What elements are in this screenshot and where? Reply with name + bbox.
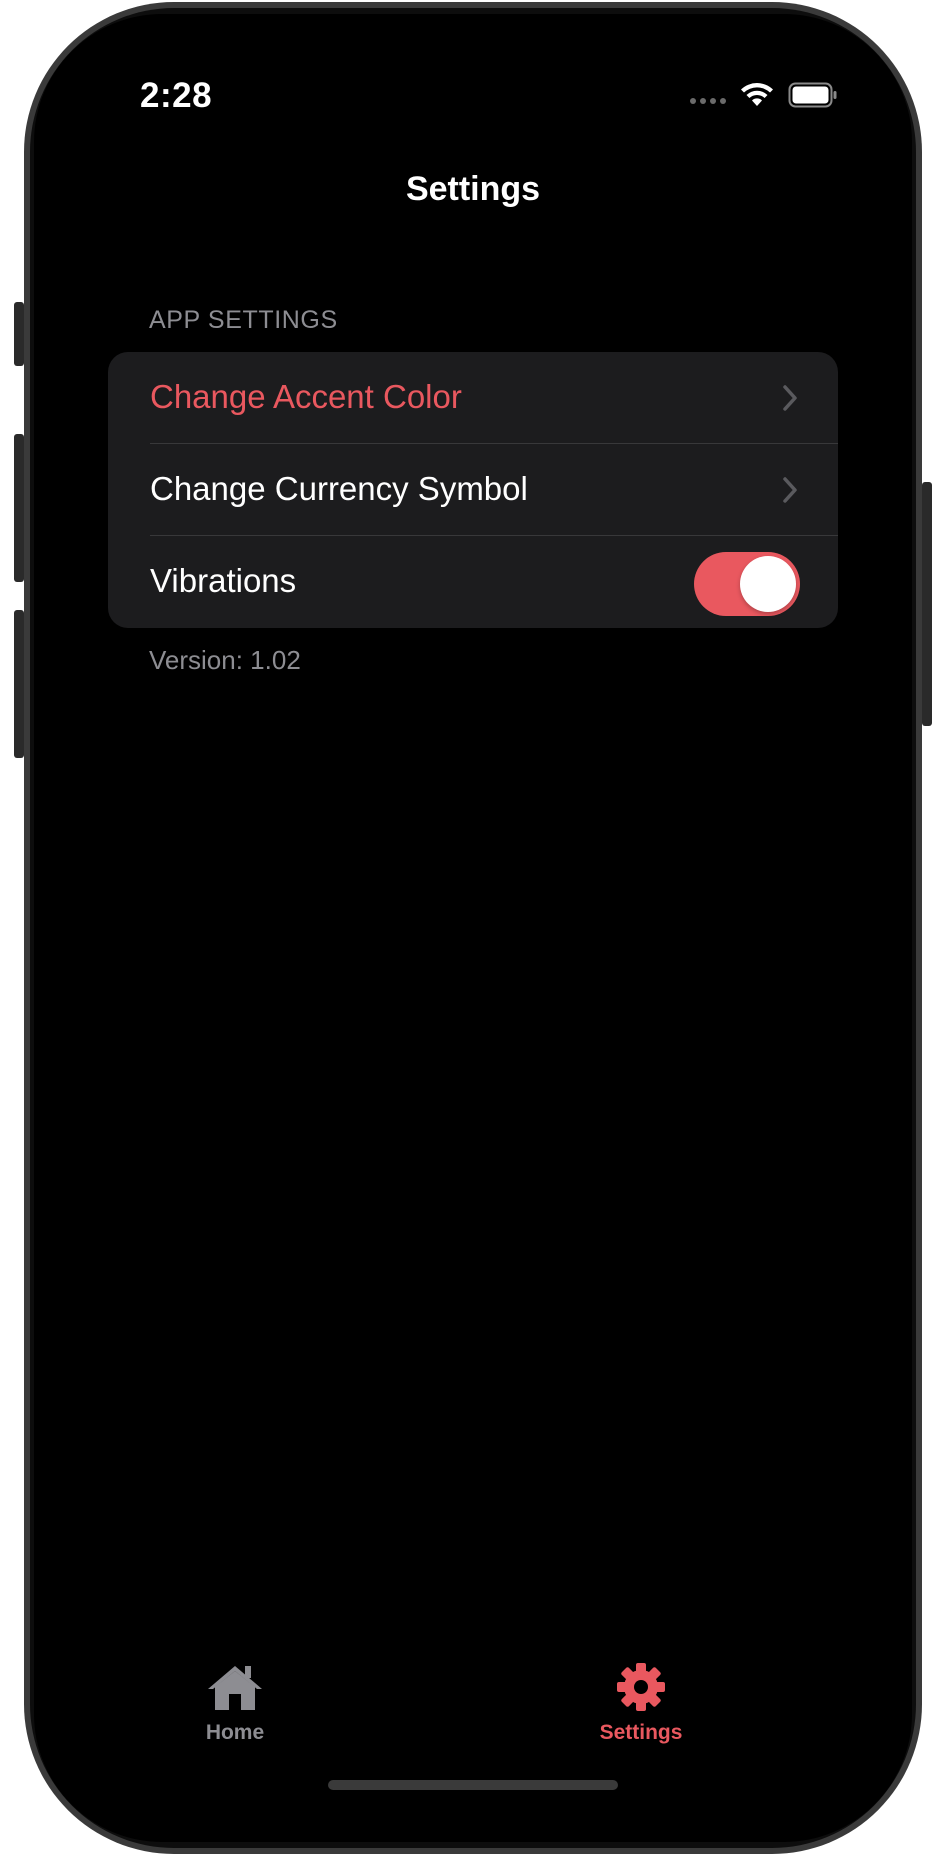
app-settings-group: Change Accent Color Change Currency Symb… [108,352,838,628]
tab-bar: Home Settings [34,1644,912,1754]
tab-home-label: Home [205,1721,265,1744]
house-icon [208,1666,262,1710]
tab-home[interactable]: Home [160,1662,310,1745]
home-indicator[interactable] [328,1780,618,1790]
gear-icon [617,1663,665,1711]
vibrations-toggle[interactable] [694,552,800,616]
volume-down-button [14,610,24,758]
vibrations-label: Vibrations [150,562,297,599]
tab-settings-label: Settings [599,1721,683,1744]
change-accent-color-label: Change Accent Color [150,378,462,415]
section-header-app-settings: APP SETTINGS [149,306,338,334]
device-frame: 2:28 Settings APP SETTINGS Change Accent… [0,0,946,1856]
mute-switch [14,302,24,366]
change-accent-color-row[interactable]: Change Accent Color [108,352,838,444]
change-currency-symbol-row[interactable]: Change Currency Symbol [108,444,838,536]
version-label: Version: 1.02 [149,645,301,675]
chevron-right-icon [783,385,797,411]
status-time: 2:28 [140,76,213,115]
volume-up-button [14,434,24,582]
chevron-right-icon [783,477,797,503]
screen: 2:28 Settings APP SETTINGS Change Accent… [34,14,912,1842]
tab-settings[interactable]: Settings [566,1662,716,1745]
toggle-knob [740,556,796,612]
cellular-signal-icon [690,98,726,104]
change-currency-symbol-label: Change Currency Symbol [150,470,528,507]
wifi-icon [741,83,773,106]
power-button [922,482,932,726]
battery-icon [788,82,837,108]
page-title: Settings [405,170,541,208]
status-indicators [690,82,838,108]
